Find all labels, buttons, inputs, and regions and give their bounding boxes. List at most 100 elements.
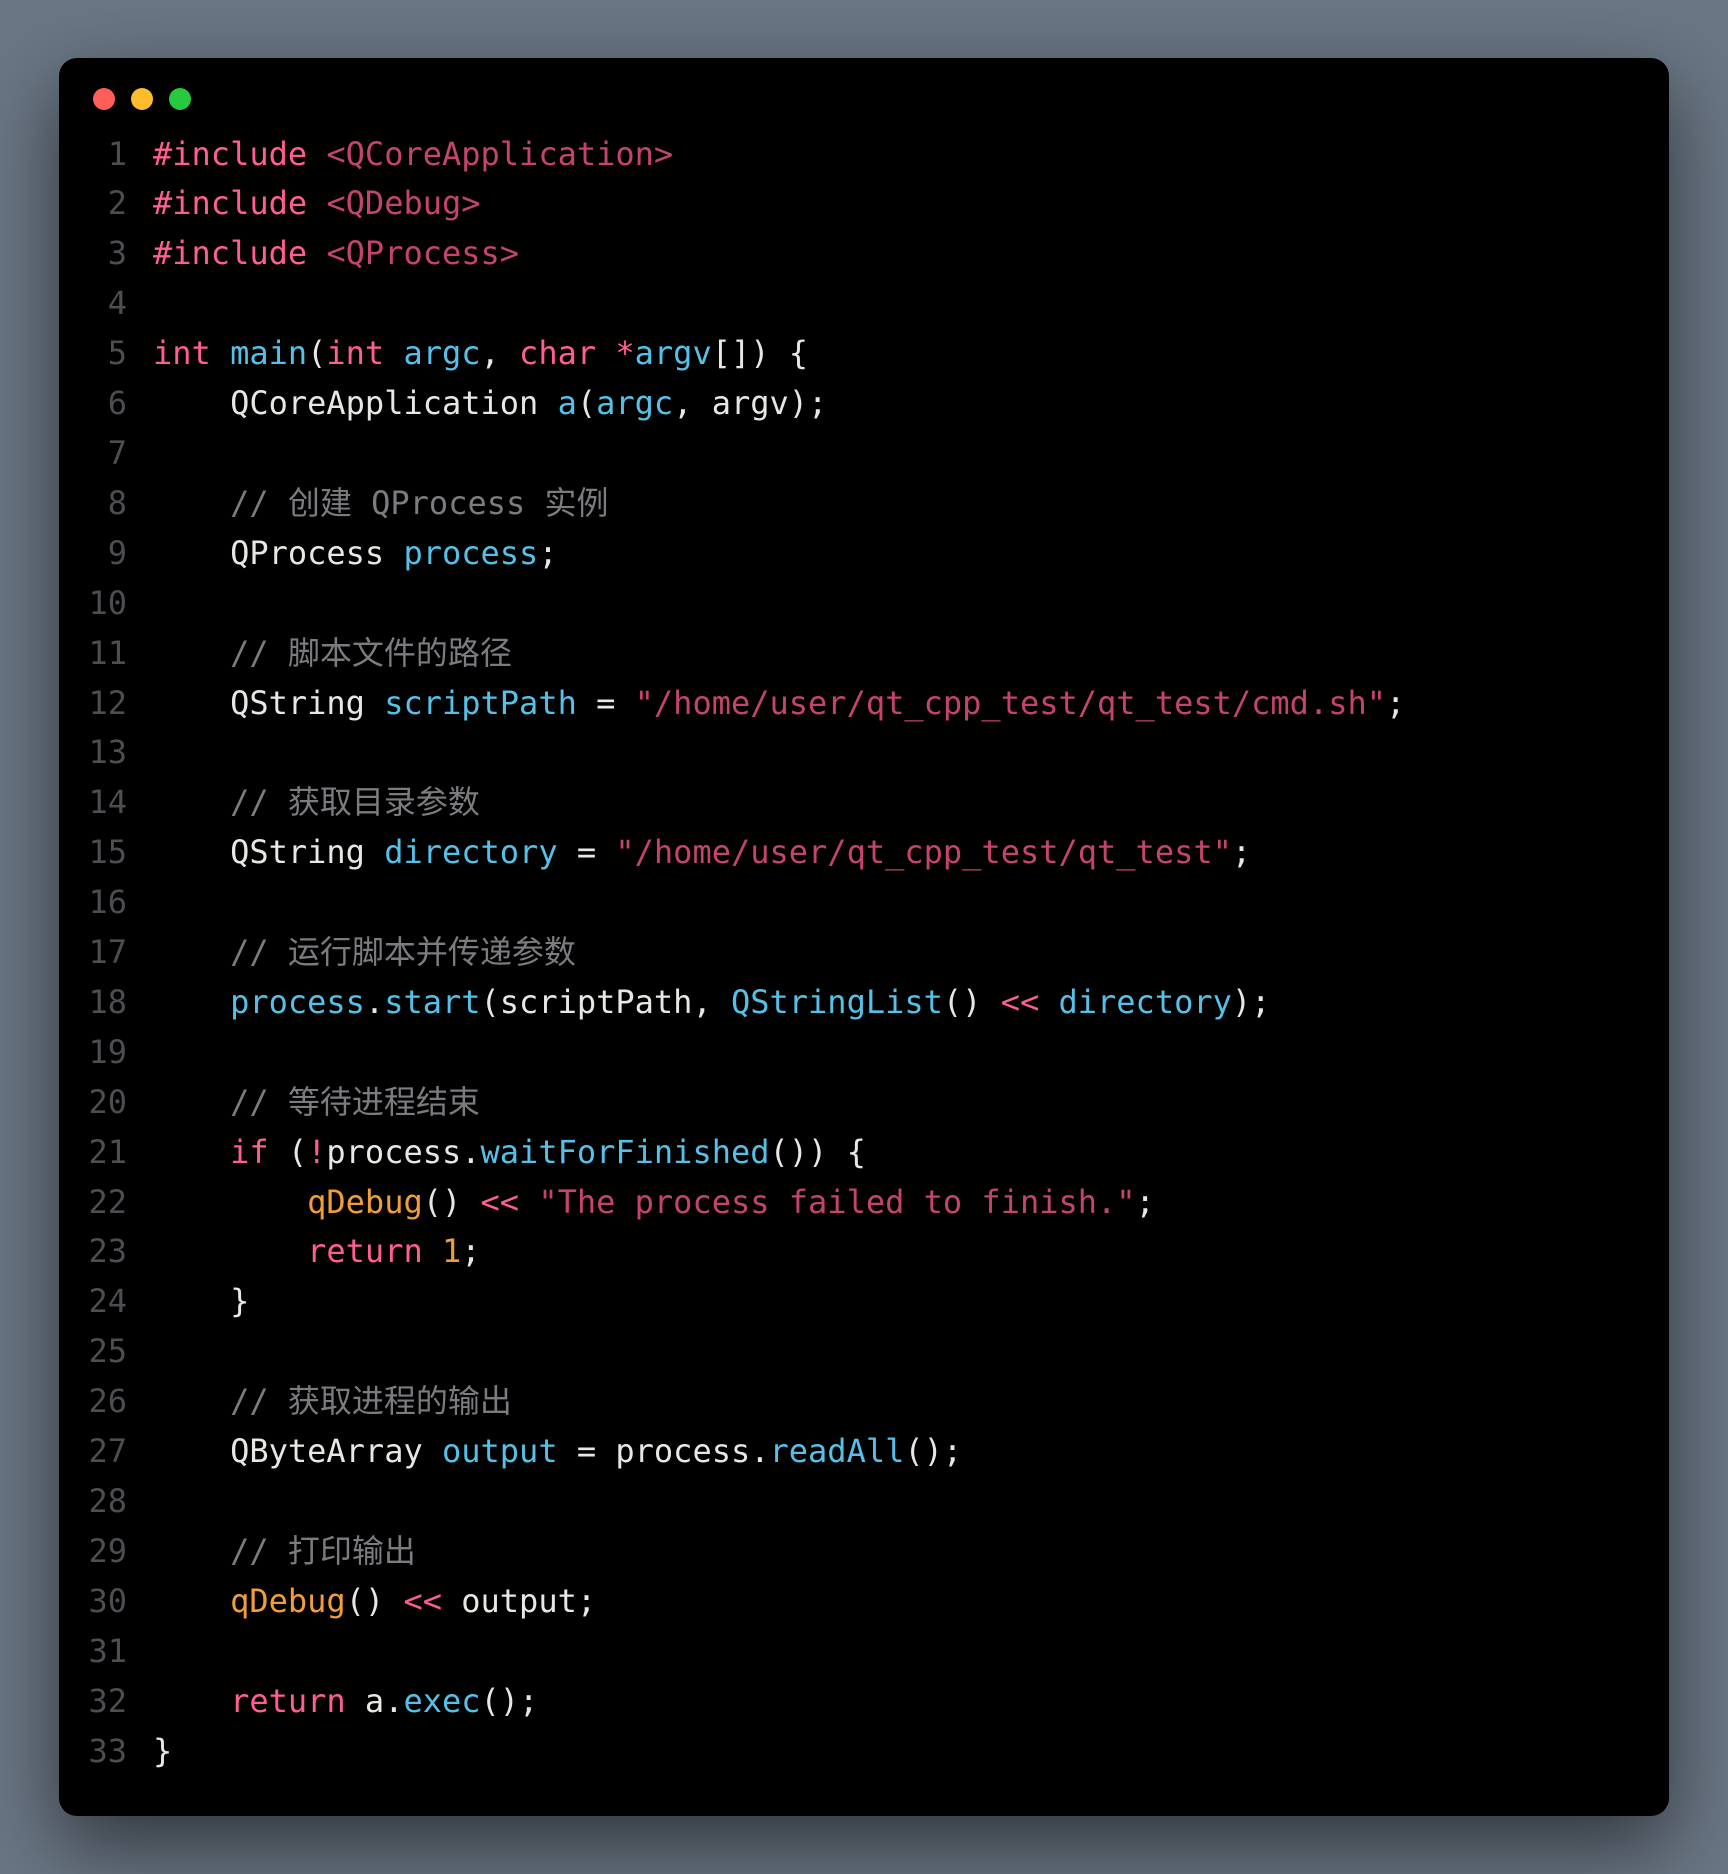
code-line: 4	[59, 279, 1669, 329]
line-number: 18	[59, 978, 153, 1028]
line-number: 27	[59, 1427, 153, 1477]
code-content	[153, 429, 1669, 479]
code-content	[153, 1327, 1669, 1377]
token-plain	[153, 684, 230, 722]
code-content: }	[153, 1727, 1669, 1777]
line-number: 11	[59, 629, 153, 679]
token-punc: .	[750, 1432, 769, 1470]
token-ident2: scriptPath	[500, 983, 693, 1021]
close-icon[interactable]	[93, 88, 115, 110]
token-plain	[153, 783, 230, 821]
line-number: 30	[59, 1577, 153, 1627]
token-plain	[153, 1133, 230, 1171]
code-line: 25	[59, 1327, 1669, 1377]
code-content: return 1;	[153, 1227, 1669, 1277]
token-punc: ,	[673, 384, 712, 422]
token-type: QProcess	[230, 534, 403, 572]
token-kw: char	[519, 334, 596, 372]
code-content	[153, 279, 1669, 329]
line-number: 28	[59, 1477, 153, 1527]
token-op: !	[307, 1133, 326, 1171]
token-ident2: output	[461, 1582, 577, 1620]
token-punc: ;	[1386, 684, 1405, 722]
token-op: *	[615, 334, 634, 372]
token-plain	[153, 384, 230, 422]
token-plain	[519, 1183, 538, 1221]
code-content: // 获取目录参数	[153, 778, 1669, 828]
code-line: 5int main(int argc, char *argv[]) {	[59, 329, 1669, 379]
token-cmt: // 打印输出	[230, 1532, 416, 1570]
code-line: 16	[59, 878, 1669, 928]
token-ident2: a	[365, 1682, 384, 1720]
code-content	[153, 1477, 1669, 1527]
token-plain	[153, 1432, 230, 1470]
code-line: 19	[59, 1028, 1669, 1078]
code-content: // 等待进程结束	[153, 1078, 1669, 1128]
code-content: return a.exec();	[153, 1677, 1669, 1727]
minimize-icon[interactable]	[131, 88, 153, 110]
code-line: 10	[59, 579, 1669, 629]
line-number: 32	[59, 1677, 153, 1727]
line-number: 15	[59, 828, 153, 878]
code-line: 9 QProcess process;	[59, 529, 1669, 579]
token-ident: output	[442, 1432, 558, 1470]
token-plain	[346, 1682, 365, 1720]
token-punc: ();	[481, 1682, 539, 1720]
token-plain	[596, 334, 615, 372]
token-plain	[153, 1282, 230, 1320]
line-number: 2	[59, 179, 153, 229]
token-kw: if	[230, 1133, 269, 1171]
token-plain	[153, 983, 230, 1021]
code-line: 22 qDebug() << "The process failed to fi…	[59, 1178, 1669, 1228]
code-line: 27 QByteArray output = process.readAll()…	[59, 1427, 1669, 1477]
token-fn: waitForFinished	[481, 1133, 770, 1171]
token-punc: (	[481, 983, 500, 1021]
token-punc: ,	[481, 334, 520, 372]
line-number: 29	[59, 1527, 153, 1577]
code-content: // 脚本文件的路径	[153, 629, 1669, 679]
token-plain	[153, 634, 230, 672]
maximize-icon[interactable]	[169, 88, 191, 110]
code-line: 7	[59, 429, 1669, 479]
token-punc: ()	[346, 1582, 404, 1620]
token-punc: =	[558, 1432, 616, 1470]
token-pp: #include	[153, 184, 307, 222]
token-pp: #include	[153, 234, 307, 272]
token-cmt: // 获取目录参数	[230, 783, 480, 821]
token-fn: readAll	[770, 1432, 905, 1470]
line-number: 23	[59, 1227, 153, 1277]
code-line: 2#include <QDebug>	[59, 179, 1669, 229]
token-punc: (	[307, 334, 326, 372]
token-str: "/home/user/qt_cpp_test/qt_test"	[615, 833, 1232, 871]
code-line: 15 QString directory = "/home/user/qt_cp…	[59, 828, 1669, 878]
line-number: 12	[59, 679, 153, 729]
token-punc: }	[153, 1732, 172, 1770]
code-content: QString directory = "/home/user/qt_cpp_t…	[153, 828, 1669, 878]
code-line: 3#include <QProcess>	[59, 229, 1669, 279]
line-number: 6	[59, 379, 153, 429]
token-plain	[211, 334, 230, 372]
line-number: 7	[59, 429, 153, 479]
code-line: 26 // 获取进程的输出	[59, 1377, 1669, 1427]
token-punc: .	[384, 1682, 403, 1720]
token-punc: ;	[1232, 833, 1251, 871]
token-cmt: // 运行脚本并传递参数	[230, 933, 576, 971]
token-plain	[153, 1382, 230, 1420]
line-number: 13	[59, 728, 153, 778]
token-kw: return	[230, 1682, 346, 1720]
line-number: 22	[59, 1178, 153, 1228]
token-type: QString	[230, 684, 384, 722]
token-ident: argc	[403, 334, 480, 372]
token-punc: []) {	[712, 334, 808, 372]
token-plain	[153, 484, 230, 522]
code-content: process.start(scriptPath, QStringList() …	[153, 978, 1669, 1028]
token-plain	[307, 135, 326, 173]
token-ident: directory	[1058, 983, 1231, 1021]
code-line: 20 // 等待进程结束	[59, 1078, 1669, 1128]
token-kw: int	[326, 334, 384, 372]
token-punc: ;	[577, 1582, 596, 1620]
token-plain	[153, 1582, 230, 1620]
token-call: qDebug	[230, 1582, 346, 1620]
token-punc: =	[558, 833, 616, 871]
token-punc: ();	[904, 1432, 962, 1470]
